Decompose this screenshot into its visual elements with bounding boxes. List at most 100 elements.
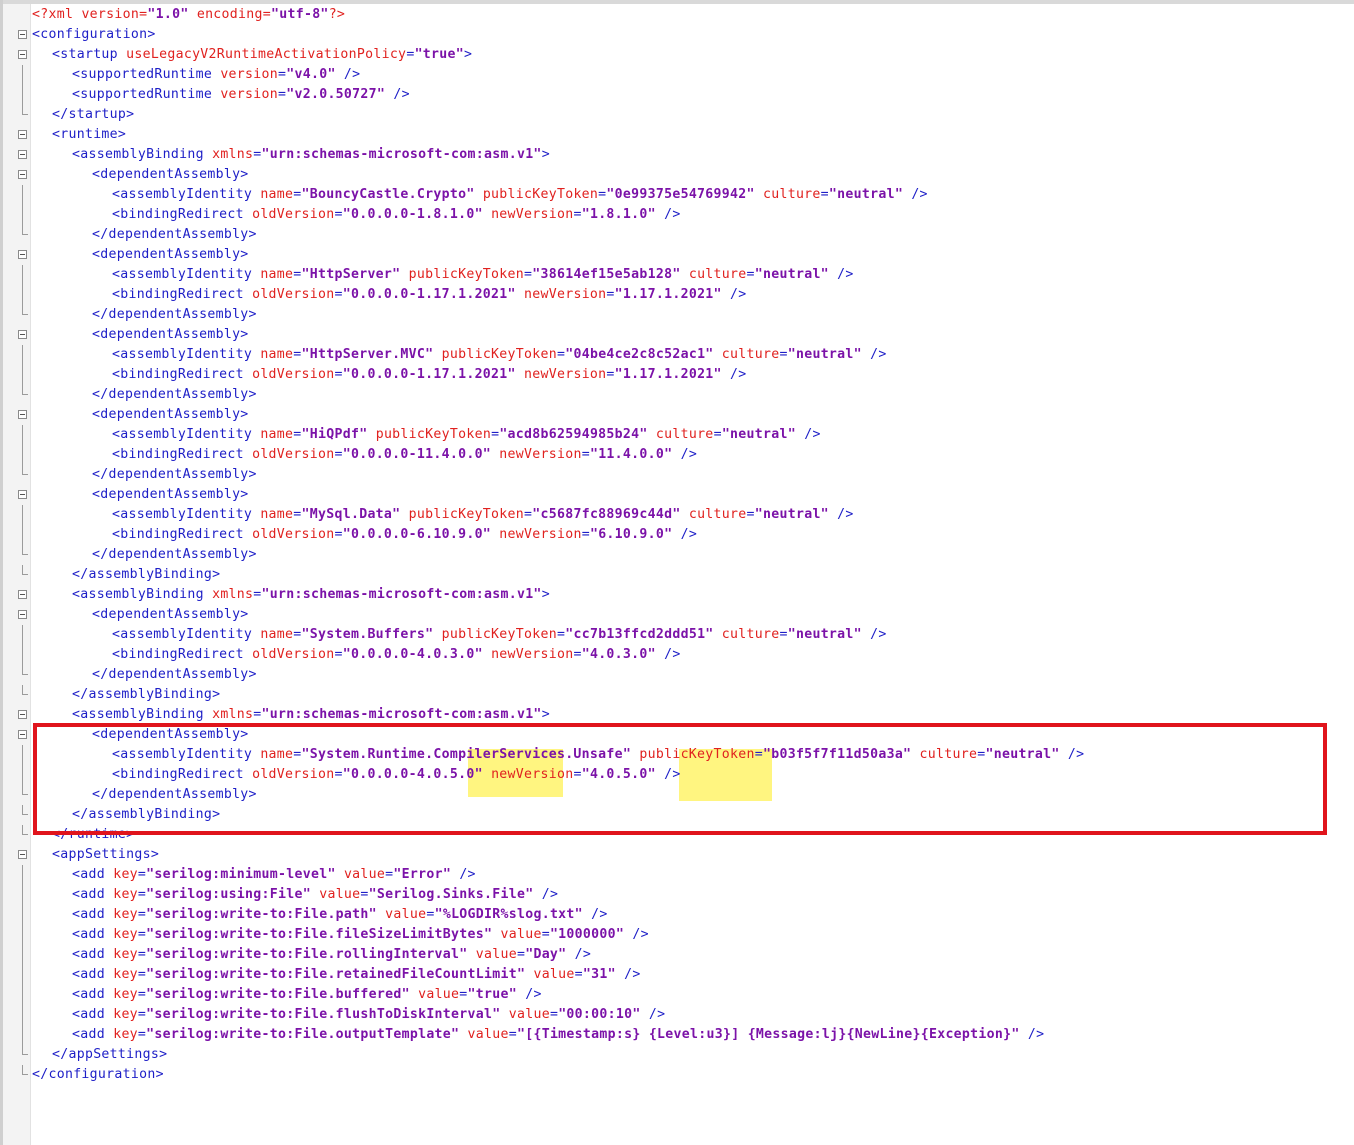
code-line[interactable]: </dependentAssembly> [0,465,1354,485]
code-line[interactable]: <assemblyIdentity name="BouncyCastle.Cry… [0,185,1354,205]
fold-guide [22,945,23,965]
fold-guide [22,905,23,925]
fold-toggle-icon[interactable] [18,730,27,739]
code-line[interactable]: </assemblyBinding> [0,565,1354,585]
code-line[interactable]: <dependentAssembly> [0,165,1354,185]
code-text: <dependentAssembly> [92,165,249,185]
code-line[interactable]: <assemblyIdentity name="MySql.Data" publ… [0,505,1354,525]
code-line[interactable]: <assemblyIdentity name="HiQPdf" publicKe… [0,425,1354,445]
fold-toggle-icon[interactable] [18,330,27,339]
code-text: <assemblyIdentity name="BouncyCastle.Cry… [112,185,928,205]
fold-toggle-icon[interactable] [18,490,27,499]
token-attr: newVersion [499,527,582,542]
token-tag: = [278,67,287,82]
token-tag [400,267,408,282]
code-line[interactable]: <dependentAssembly> [0,605,1354,625]
code-line[interactable]: </assemblyBinding> [0,685,1354,705]
code-line[interactable]: <assemblyBinding xmlns="urn:schemas-micr… [0,705,1354,725]
code-line[interactable]: </dependentAssembly> [0,545,1354,565]
code-line[interactable]: <bindingRedirect oldVersion="0.0.0.0-6.1… [0,525,1354,545]
code-line[interactable]: <dependentAssembly> [0,245,1354,265]
token-attr: key [113,907,138,922]
token-tag: </dependentAssembly> [92,387,257,402]
code-line[interactable]: </startup> [0,105,1354,125]
token-val: "acd8b62594985b24" [499,427,648,442]
code-line[interactable]: <dependentAssembly> [0,325,1354,345]
code-line[interactable]: </appSettings> [0,1045,1354,1065]
token-val: "serilog:write-to:File.fileSizeLimitByte… [146,927,493,942]
fold-toggle-icon[interactable] [18,50,27,59]
code-line[interactable]: <add key="serilog:write-to:File.fileSize… [0,925,1354,945]
code-editor[interactable]: <?xml version="1.0" encoding="utf-8"?> <c… [0,5,1354,1085]
code-line[interactable]: <dependentAssembly> [0,485,1354,505]
token-tag: = [253,147,262,162]
token-tag: = [293,627,302,642]
code-line[interactable]: <bindingRedirect oldVersion="0.0.0.0-1.1… [0,365,1354,385]
code-line[interactable]: <assemblyBinding xmlns="urn:schemas-micr… [0,145,1354,165]
code-line[interactable]: <add key="serilog:write-to:File.rollingI… [0,945,1354,965]
code-line[interactable]: <assemblyIdentity name="System.Buffers" … [0,625,1354,645]
token-tag: /> [655,207,681,222]
code-line[interactable]: <runtime> [0,125,1354,145]
code-line[interactable]: </configuration> [0,1065,1354,1085]
token-val: "00:00:10" [558,1007,641,1022]
code-line[interactable]: <dependentAssembly> [0,405,1354,425]
token-attr: oldVersion [252,527,335,542]
fold-toggle-icon[interactable] [18,610,27,619]
code-line[interactable]: <add key="serilog:minimum-level" value="… [0,865,1354,885]
code-line[interactable]: <bindingRedirect oldVersion="0.0.0.0-1.1… [0,285,1354,305]
token-tag: = [137,887,147,902]
code-line[interactable]: <add key="serilog:write-to:File.buffered… [0,985,1354,1005]
fold-guide [22,745,23,765]
code-text: <dependentAssembly> [92,405,249,425]
code-line[interactable]: <bindingRedirect oldVersion="0.0.0.0-1.8… [0,205,1354,225]
code-line[interactable]: <add key="serilog:using:File" value="Ser… [0,885,1354,905]
token-tag: = [820,187,829,202]
fold-toggle-icon[interactable] [18,250,27,259]
fold-toggle-icon[interactable] [18,150,27,159]
code-line[interactable]: <startup useLegacyV2RuntimeActivationPol… [0,45,1354,65]
code-line[interactable]: <bindingRedirect oldVersion="0.0.0.0-4.0… [0,645,1354,665]
token-val: "serilog:write-to:File.buffered" [146,987,410,1002]
fold-toggle-icon[interactable] [18,710,27,719]
code-line[interactable]: <add key="serilog:write-to:File.outputTe… [0,1025,1354,1045]
code-text: <appSettings> [52,845,159,865]
fold-toggle-icon[interactable] [18,850,27,859]
token-tag: = [334,207,343,222]
code-line[interactable]: <supportedRuntime version="v2.0.50727" /… [0,85,1354,105]
code-line[interactable]: <configuration> [0,25,1354,45]
code-line[interactable]: <supportedRuntime version="v4.0" /> [0,65,1354,85]
fold-toggle-icon[interactable] [18,170,27,179]
token-tag [714,347,722,362]
code-line[interactable]: <add key="serilog:write-to:File.retained… [0,965,1354,985]
token-val: "c5687fc88969c44d" [532,507,681,522]
token-val: "1.0" [147,7,189,22]
token-tag: = [137,947,147,962]
code-line[interactable]: <assemblyIdentity name="HttpServer" publ… [0,265,1354,285]
fold-toggle-icon[interactable] [18,590,27,599]
token-val: "[{Timestamp:s} {Level:u3}] {Message:lj}… [516,1027,1020,1042]
code-line[interactable]: </dependentAssembly> [0,305,1354,325]
code-text: <assemblyBinding xmlns="urn:schemas-micr… [72,585,550,605]
code-line[interactable]: <add key="serilog:write-to:File.flushToD… [0,1005,1354,1025]
code-text: </configuration> [32,1065,164,1085]
token-val: "serilog:write-to:File.rollingInterval" [146,947,468,962]
token-tag: <add [72,867,114,882]
code-line[interactable]: </dependentAssembly> [0,385,1354,405]
code-line[interactable]: </dependentAssembly> [0,665,1354,685]
token-val: "1000000" [549,927,625,942]
code-text: <add key="serilog:minimum-level" value="… [72,865,476,885]
code-line[interactable]: <assemblyBinding xmlns="urn:schemas-micr… [0,585,1354,605]
fold-toggle-icon[interactable] [18,130,27,139]
fold-toggle-icon[interactable] [18,30,27,39]
token-val: "v2.0.50727" [286,87,386,102]
code-line[interactable]: <add key="serilog:write-to:File.path" va… [0,905,1354,925]
code-line[interactable]: <assemblyIdentity name="HttpServer.MVC" … [0,345,1354,365]
code-line[interactable]: </dependentAssembly> [0,225,1354,245]
code-line[interactable]: <appSettings> [0,845,1354,865]
code-line[interactable]: <bindingRedirect oldVersion="0.0.0.0-11.… [0,445,1354,465]
fold-toggle-icon[interactable] [18,410,27,419]
token-tag: = [573,647,582,662]
token-tag: /> [795,427,821,442]
code-line[interactable]: <?xml version="1.0" encoding="utf-8"?> [0,5,1354,25]
